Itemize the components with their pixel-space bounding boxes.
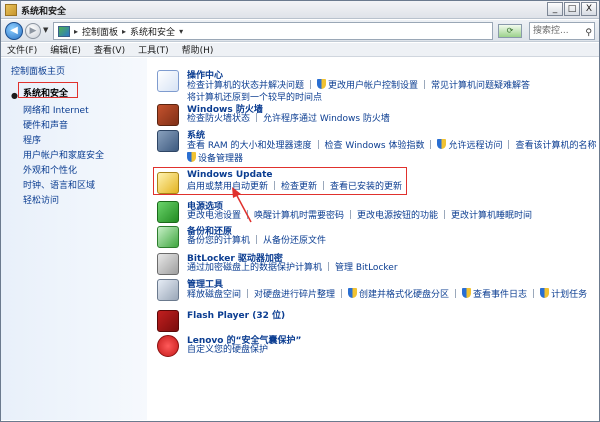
- task-link[interactable]: 检查计算机的状态并解决问题: [187, 81, 304, 91]
- task-link[interactable]: 常见计算机问题疑难解答: [431, 81, 530, 91]
- task-link[interactable]: 通过加密磁盘上的数据保护计算机: [187, 263, 322, 273]
- category-title[interactable]: Flash Player (32 位): [187, 308, 285, 321]
- task-link[interactable]: 计划任务: [540, 288, 587, 300]
- sidebar-item-hardware[interactable]: 硬件和声音: [23, 118, 68, 131]
- uac-shield-icon: [540, 288, 550, 298]
- highlight-box-sidebar: [18, 82, 78, 98]
- task-link[interactable]: 对硬盘进行碎片整理: [254, 290, 335, 300]
- bitlocker-icon[interactable]: [157, 253, 179, 275]
- minimize-button[interactable]: _: [547, 2, 563, 16]
- task-link[interactable]: 查看该计算机的名称: [515, 141, 596, 151]
- highlight-box-windows-update: [153, 167, 407, 195]
- back-button[interactable]: ◀: [5, 22, 23, 40]
- task-link[interactable]: 允许程序通过 Windows 防火墙: [263, 114, 390, 124]
- address-bar: ◀ ▶ ▼ ▸ 控制面板 ▸ 系统和安全 ▾ ⟳ 搜索控... ⚲: [1, 20, 599, 42]
- task-link[interactable]: 更改用户帐户控制设置: [317, 79, 418, 91]
- folder-icon: [5, 4, 17, 16]
- uac-shield-icon: [187, 152, 196, 162]
- forward-button[interactable]: ▶: [25, 23, 41, 39]
- uac-shield-icon: [317, 79, 327, 89]
- task-link[interactable]: 查看 RAM 的大小和处理器速度: [187, 141, 312, 151]
- close-button[interactable]: X: [581, 2, 597, 16]
- search-icon: ⚲: [585, 28, 592, 38]
- control-panel-icon: [58, 25, 70, 37]
- lenovo-airbag-icon[interactable]: [157, 335, 179, 357]
- sidebar-item-network[interactable]: 网络和 Internet: [23, 103, 89, 116]
- task-link[interactable]: 查看事件日志: [462, 288, 527, 300]
- task-link[interactable]: 管理 BitLocker: [335, 263, 398, 273]
- task-link[interactable]: 更改电源按钮的功能: [357, 211, 438, 221]
- task-link[interactable]: 释放磁盘空间: [187, 290, 241, 300]
- sidebar-item-programs[interactable]: 程序: [23, 133, 41, 146]
- main-panel: 操作中心 检查计算机的状态并解决问题 更改用户帐户控制设置 常见计算机问题疑难解答 将计…: [147, 58, 599, 420]
- uac-shield-icon: [348, 288, 358, 298]
- task-link[interactable]: 检查 Windows 体验指数: [325, 141, 425, 151]
- menu-file[interactable]: 文件(F): [7, 43, 37, 56]
- recent-pages-dropdown[interactable]: ▼: [43, 26, 48, 34]
- task-link[interactable]: 自定义您的硬盘保护: [187, 345, 268, 355]
- flag-icon[interactable]: [157, 70, 179, 92]
- sidebar-item-ease-of-access[interactable]: 轻松访问: [23, 193, 59, 206]
- menu-tools[interactable]: 工具(T): [138, 43, 169, 56]
- title-bar: 系统和安全 _ □ X: [1, 1, 599, 19]
- control-panel-window: 系统和安全 _ □ X ◀ ▶ ▼ ▸ 控制面板 ▸ 系统和安全 ▾ ⟳ 搜索控…: [0, 0, 600, 422]
- task-link[interactable]: 从备份还原文件: [263, 236, 326, 246]
- breadcrumb-system-security[interactable]: 系统和安全: [130, 25, 175, 38]
- system-icon[interactable]: [157, 130, 179, 152]
- window-title: 系统和安全: [21, 7, 67, 17]
- backup-icon[interactable]: [157, 226, 179, 248]
- sidebar-item-clock-language[interactable]: 时钟、语言和区域: [23, 178, 95, 191]
- task-link[interactable]: 备份您的计算机: [187, 236, 250, 246]
- task-link[interactable]: 唤醒计算机时需要密码: [254, 211, 344, 221]
- task-link[interactable]: 设备管理器: [187, 152, 243, 164]
- breadcrumb-control-panel[interactable]: 控制面板: [82, 25, 118, 38]
- sidebar: 控制面板主页 ● 系统和安全 网络和 Internet 硬件和声音 程序 用户帐…: [1, 58, 147, 420]
- task-link[interactable]: 创建并格式化硬盘分区: [348, 288, 449, 300]
- menu-bar: 文件(F) 编辑(E) 查看(V) 工具(T) 帮助(H): [1, 43, 599, 57]
- uac-shield-icon: [462, 288, 472, 298]
- maximize-button[interactable]: □: [564, 2, 580, 16]
- refresh-button[interactable]: ⟳: [498, 24, 522, 38]
- menu-edit[interactable]: 编辑(E): [50, 43, 81, 56]
- uac-shield-icon: [437, 139, 447, 149]
- sidebar-item-home[interactable]: 控制面板主页: [11, 64, 65, 77]
- sidebar-item-appearance[interactable]: 外观和个性化: [23, 163, 77, 176]
- power-icon[interactable]: [157, 201, 179, 223]
- menu-view[interactable]: 查看(V): [94, 43, 125, 56]
- search-input[interactable]: 搜索控... ⚲: [529, 22, 595, 40]
- task-link[interactable]: 允许远程访问: [437, 139, 502, 151]
- flash-icon[interactable]: [157, 310, 179, 332]
- menu-help[interactable]: 帮助(H): [182, 43, 214, 56]
- breadcrumb[interactable]: ▸ 控制面板 ▸ 系统和安全 ▾: [53, 22, 493, 40]
- admin-tools-icon[interactable]: [157, 279, 179, 301]
- pointer-arrow-icon: [232, 187, 252, 223]
- task-link[interactable]: 检查防火墙状态: [187, 114, 250, 124]
- task-link[interactable]: 更改计算机睡眠时间: [451, 211, 532, 221]
- sidebar-item-user-accounts[interactable]: 用户帐户和家庭安全: [23, 148, 104, 161]
- firewall-icon[interactable]: [157, 104, 179, 126]
